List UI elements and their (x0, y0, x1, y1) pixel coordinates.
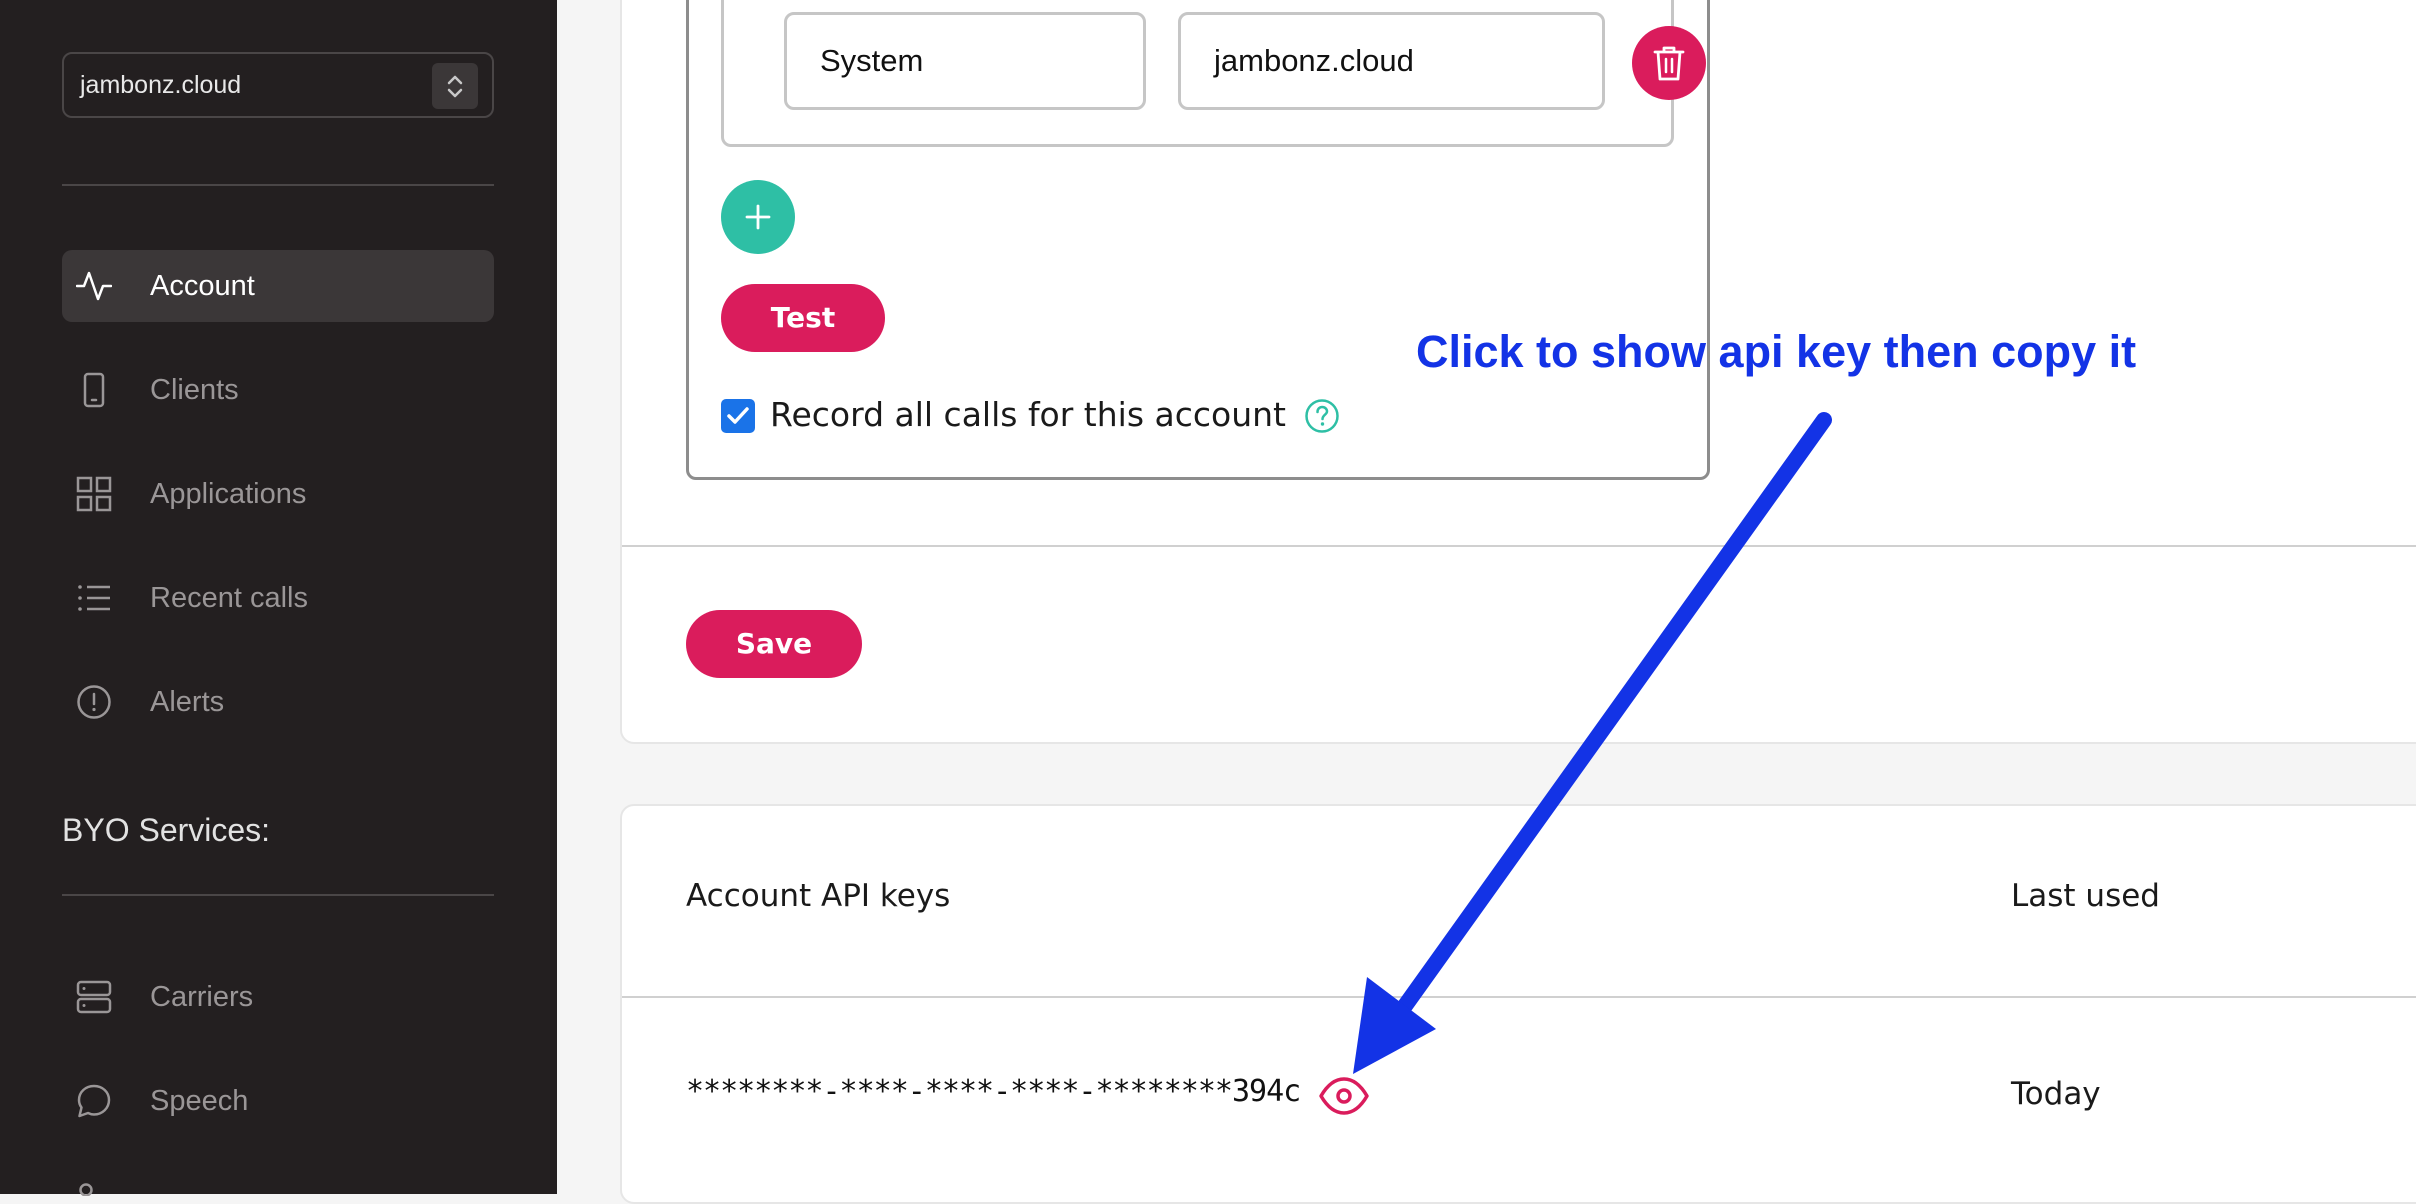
activity-icon (75, 268, 113, 304)
chat-bubble-icon (76, 1083, 112, 1119)
api-keys-card (620, 804, 2416, 1204)
sidebar-item-label: Carriers (150, 981, 254, 1013)
column-header-api-keys: Account API keys (686, 878, 951, 914)
grid-icon (76, 476, 112, 512)
plus-icon (744, 203, 772, 236)
sidebar-item-speech[interactable]: Speech (62, 1065, 494, 1137)
api-key-value: ********-****-****-****-********394c (686, 1074, 1301, 1109)
sidebar-item-label: Alerts (150, 686, 225, 718)
sidebar-item-label: Recent calls (150, 582, 308, 614)
annotation-text: Click to show api key then copy it (1416, 326, 2137, 377)
sidebar-item-recent-calls[interactable]: Recent calls (62, 562, 494, 634)
domain-field[interactable]: jambonz.cloud (1178, 12, 1605, 110)
sidebar-item-label: Speech (150, 1085, 249, 1117)
account-select[interactable]: jambonz.cloud (62, 52, 494, 118)
account-select-value: jambonz.cloud (80, 71, 242, 99)
alert-circle-icon (76, 684, 112, 720)
record-calls-checkbox[interactable] (721, 399, 755, 433)
sidebar-item-applications[interactable]: Applications (62, 458, 494, 530)
test-button[interactable]: Test (721, 284, 885, 352)
add-row-button[interactable] (721, 180, 795, 254)
save-button[interactable]: Save (686, 610, 862, 678)
table-header-divider (622, 996, 2416, 998)
list-icon (76, 580, 112, 616)
record-calls-label: Record all calls for this account (770, 395, 1286, 434)
delete-button[interactable] (1632, 26, 1706, 100)
check-icon (726, 405, 750, 432)
sidebar-item-carriers[interactable]: Carriers (62, 961, 494, 1033)
sidebar-item-clients[interactable]: Clients (62, 354, 494, 426)
system-field[interactable]: System (784, 12, 1146, 110)
trash-icon (1652, 44, 1686, 87)
last-used-value: Today (2011, 1076, 2101, 1112)
sidebar-item-label: Clients (150, 374, 239, 406)
sidebar-divider (62, 894, 494, 896)
sidebar-item-label: Applications (150, 478, 307, 510)
help-icon[interactable] (1304, 398, 1340, 434)
column-header-last-used: Last used (2011, 878, 2160, 914)
sidebar-divider (62, 184, 494, 186)
sidebar-item-alerts[interactable]: Alerts (62, 666, 494, 738)
section-divider (622, 545, 2416, 547)
show-key-button[interactable] (1318, 1070, 1370, 1122)
chevron-up-down-icon (432, 63, 478, 109)
eye-icon (1318, 1077, 1370, 1126)
sidebar-item-label: Account (150, 270, 255, 302)
byo-services-heading: BYO Services: (62, 812, 271, 848)
sidebar: jambonz.cloud Account Clients Applicatio… (0, 0, 557, 1197)
sidebar-item-account[interactable]: Account (62, 250, 494, 322)
phone-device-icon (76, 372, 112, 408)
server-icon (76, 979, 112, 1015)
user-icon (76, 1182, 96, 1202)
